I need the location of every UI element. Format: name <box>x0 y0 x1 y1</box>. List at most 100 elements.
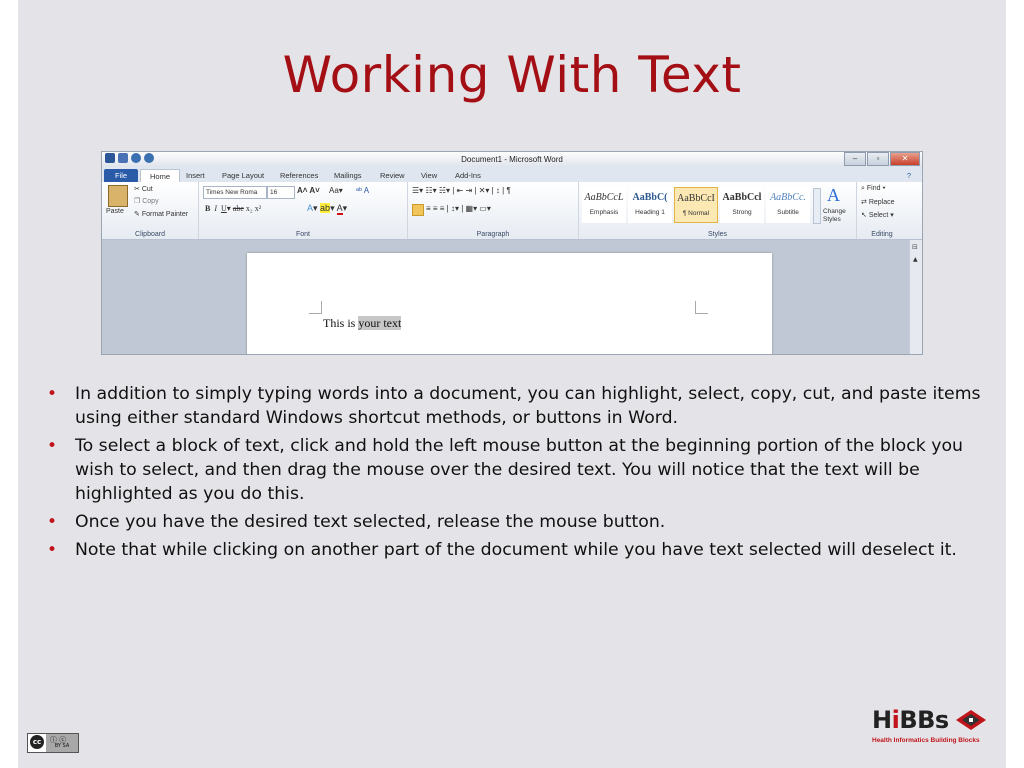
word-titlebar: Document1 - Microsoft Word – ▫ ✕ <box>102 152 922 167</box>
clipboard-label: Clipboard <box>135 231 165 238</box>
cc-icon: cc <box>30 735 44 749</box>
bullet-item: • In addition to simply typing words into… <box>47 382 987 430</box>
style-emphasis[interactable]: AaBbCcL Emphasis <box>582 187 626 223</box>
styles-group: AaBbCcL Emphasis AaBbC( Heading 1 AaBbCcI ¶… <box>579 182 857 239</box>
style-sample: AaBbC( <box>632 192 668 203</box>
copy-button[interactable]: ❐ Copy <box>134 197 159 205</box>
cut-label: Cut <box>141 186 153 193</box>
creative-commons-badge: cc ⓘ ⓒ BY SA <box>27 733 79 753</box>
bullet-text: In addition to simply typing words into … <box>75 384 981 428</box>
ruler-toggle-icon[interactable]: ⊟ <box>912 243 918 251</box>
clipboard-group: Paste ✂ Cut ❐ Copy ✎ Format Painter Clip… <box>102 182 199 239</box>
ribbon: Paste ✂ Cut ❐ Copy ✎ Format Painter Clip… <box>102 182 922 240</box>
text-format-buttons[interactable]: B I U▾ abe x₂ x² <box>205 204 261 213</box>
change-styles-icon[interactable]: A <box>827 185 840 206</box>
hibbs-logo: HiBBs Health Informatics Building Blocks <box>872 706 990 746</box>
cc-by-sa-panel: ⓘ ⓒ BY SA <box>46 734 78 752</box>
align-left-icon[interactable] <box>412 204 424 216</box>
cut-button[interactable]: ✂ Cut <box>134 185 153 193</box>
scroll-up-icon[interactable]: ▲ <box>913 256 918 263</box>
help-icon[interactable]: ? <box>900 169 918 182</box>
brand-rest: BBs <box>899 706 949 734</box>
bullet-text: To select a block of text, click and hol… <box>75 436 963 504</box>
select-button[interactable]: ↖ Select ▾ <box>861 211 894 219</box>
style-name: Strong <box>732 209 752 216</box>
style-sample: AaBbCcI <box>677 193 715 204</box>
style-strong[interactable]: AaBbCcl Strong <box>720 187 764 223</box>
style-heading-1[interactable]: AaBbC( Heading 1 <box>628 187 672 223</box>
maximize-button[interactable]: ▫ <box>867 152 889 166</box>
bullet-dot-icon: • <box>47 540 58 560</box>
style-name: Emphasis <box>589 209 619 216</box>
format-painter-button[interactable]: ✎ Format Painter <box>134 210 188 218</box>
replace-label: Replace <box>868 199 895 206</box>
vertical-scrollbar[interactable]: ⊟ ▲ <box>909 240 922 354</box>
editing-group: ⌕ Find ▾ ⇄ Replace ↖ Select ▾ Editing <box>857 182 907 239</box>
bullet-text: Once you have the desired text selected,… <box>75 512 666 532</box>
style-subtitle[interactable]: AaBbCc. Subtitle <box>766 187 810 223</box>
ribbon-tabs: File Home Insert Page Layout References … <box>102 167 922 182</box>
select-label: Select <box>868 212 889 219</box>
margin-corner-right <box>695 301 708 314</box>
style-sample: AaBbCcl <box>722 192 762 203</box>
change-styles-button[interactable]: Change Styles <box>823 208 853 224</box>
brand-h: H <box>872 706 892 734</box>
paragraph-group: ☰▾ ☷▾ ☵▾ | ⇤ ⇥ | ✕▾ | ↕ | ¶ ≡ ≡ ≡ | ↕▾ |… <box>408 182 579 239</box>
style-sample: AaBbCc. <box>770 192 806 203</box>
find-button[interactable]: ⌕ Find ▾ <box>861 185 885 193</box>
copy-label: Copy <box>142 198 159 205</box>
document-area: This is your text <box>102 240 922 354</box>
grow-font-icon[interactable]: A˄ A˅ <box>297 186 320 195</box>
styles-label: Styles <box>707 231 728 238</box>
styles-scroll[interactable] <box>813 188 821 224</box>
tab-mailings[interactable]: Mailings <box>334 169 362 182</box>
bullet-list: • In addition to simply typing words into… <box>47 382 987 566</box>
style-name: Heading 1 <box>635 209 665 216</box>
style-name: ¶ Normal <box>682 210 710 217</box>
tab-page-layout[interactable]: Page Layout <box>222 169 264 182</box>
license-text: BY SA <box>54 743 70 749</box>
bullet-dot-icon: • <box>47 436 58 456</box>
brand-name: HiBBs <box>872 706 949 734</box>
tab-review[interactable]: Review <box>380 169 405 182</box>
bullet-dot-icon: • <box>47 512 58 532</box>
tab-view[interactable]: View <box>421 169 437 182</box>
style-sample: AaBbCcL <box>584 192 624 203</box>
tab-home[interactable]: Home <box>140 169 180 182</box>
document-text[interactable]: This is your text <box>323 316 402 331</box>
tab-insert[interactable]: Insert <box>186 169 205 182</box>
change-case-icon[interactable]: Aa▾ <box>329 186 343 195</box>
word-screenshot: Document1 - Microsoft Word – ▫ ✕ File Ho… <box>102 152 922 354</box>
tab-file[interactable]: File <box>104 169 138 182</box>
plain-text: This is <box>323 316 359 330</box>
paste-button[interactable]: Paste <box>106 208 124 215</box>
clear-formatting-icon[interactable]: ᵃᵇ A <box>356 186 369 195</box>
font-size-select[interactable]: 16 <box>267 186 295 199</box>
tab-references[interactable]: References <box>280 169 318 182</box>
selected-text[interactable]: your text <box>358 316 402 330</box>
paragraph-label: Paragraph <box>476 231 510 238</box>
font-name-select[interactable]: Times New Roma <box>203 186 267 199</box>
building-blocks-icon <box>956 710 986 730</box>
bullet-item: • Note that while clicking on another par… <box>47 538 987 562</box>
close-button[interactable]: ✕ <box>890 152 920 166</box>
find-label: Find <box>866 185 881 192</box>
font-group: Times New Roma 16 A˄ A˅ Aa▾ ᵃᵇ A B I U▾ … <box>199 182 408 239</box>
minimize-button[interactable]: – <box>844 152 866 166</box>
alignment-buttons[interactable]: ≡ ≡ ≡ | ↕▾ | ▦▾ ▭▾ <box>426 204 491 213</box>
replace-button[interactable]: ⇄ Replace <box>861 198 895 206</box>
text-effects-icon[interactable]: A▾ ab▾ A▾ <box>307 203 347 215</box>
list-buttons[interactable]: ☰▾ ☷▾ ☵▾ | ⇤ ⇥ | ✕▾ | ↕ | ¶ <box>412 186 511 195</box>
paste-icon[interactable] <box>108 185 128 207</box>
font-label: Font <box>295 231 310 238</box>
format-painter-label: Format Painter <box>141 211 189 218</box>
document-page[interactable]: This is your text <box>247 253 772 354</box>
margin-corner-left <box>309 301 322 314</box>
slide-title: Working With Text <box>282 46 742 104</box>
bullet-item: • To select a block of text, click and ho… <box>47 434 987 506</box>
tab-add-ins[interactable]: Add-Ins <box>455 169 481 182</box>
style-normal[interactable]: AaBbCcI ¶ Normal <box>674 187 718 223</box>
bullet-item: • Once you have the desired text selected… <box>47 510 987 534</box>
editing-label: Editing <box>871 231 893 238</box>
window-controls: – ▫ ✕ <box>844 152 920 166</box>
